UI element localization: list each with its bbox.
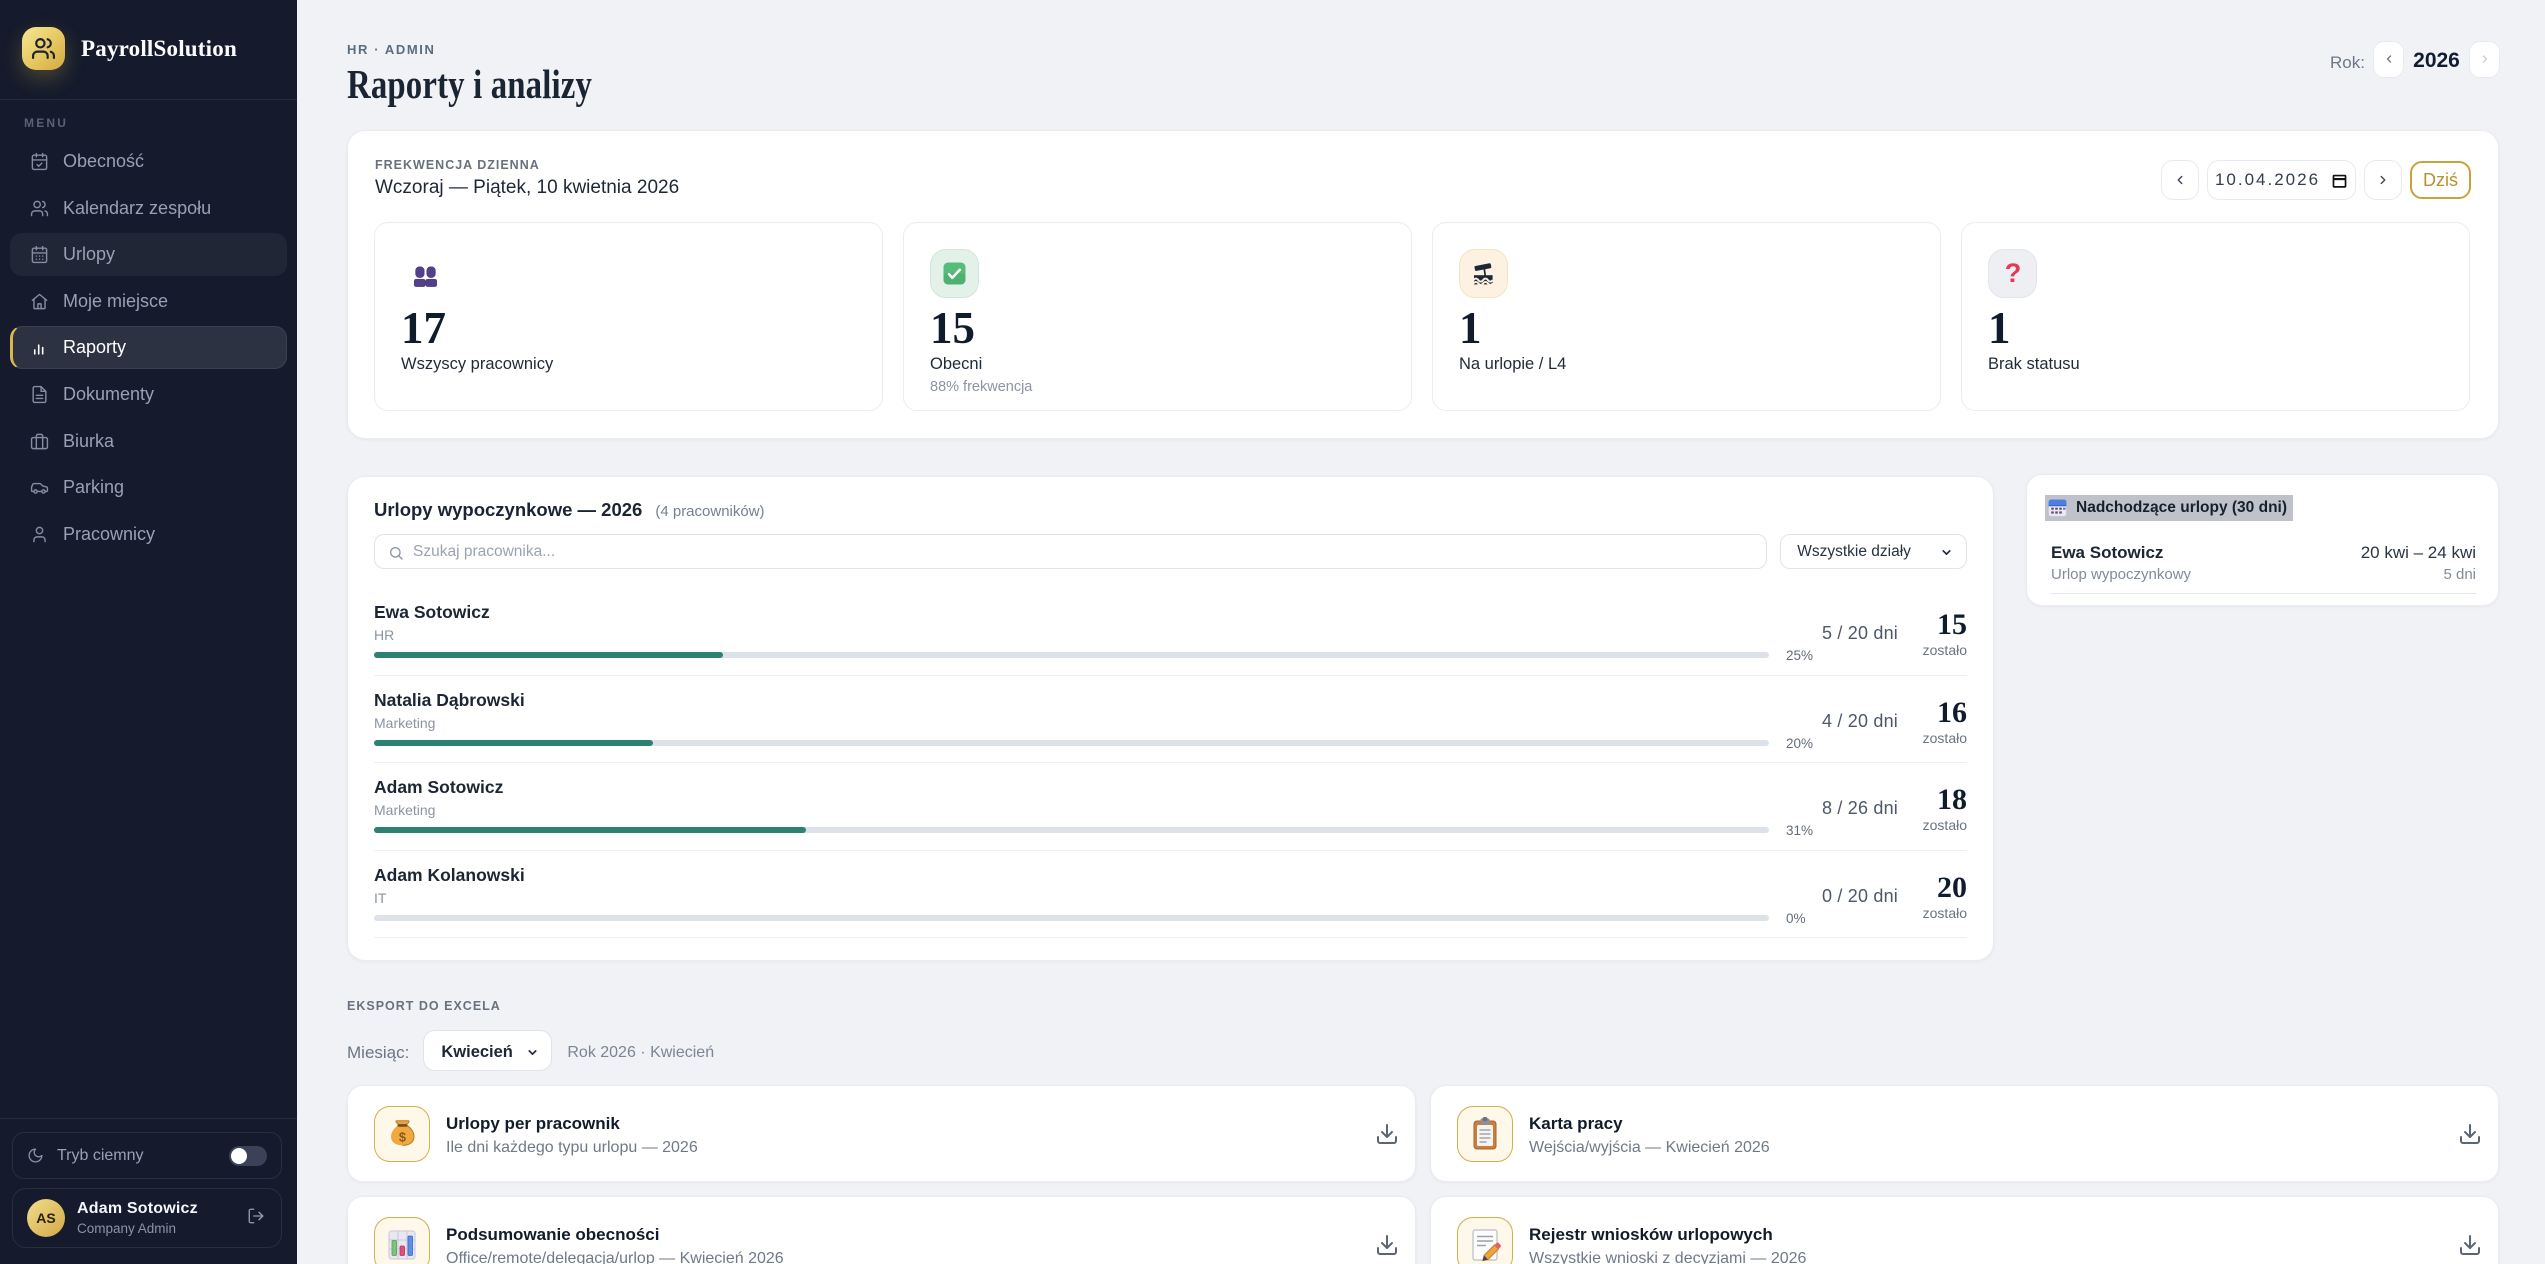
svg-text:$: $ — [398, 1129, 405, 1144]
svg-text:?: ? — [2004, 261, 2021, 287]
